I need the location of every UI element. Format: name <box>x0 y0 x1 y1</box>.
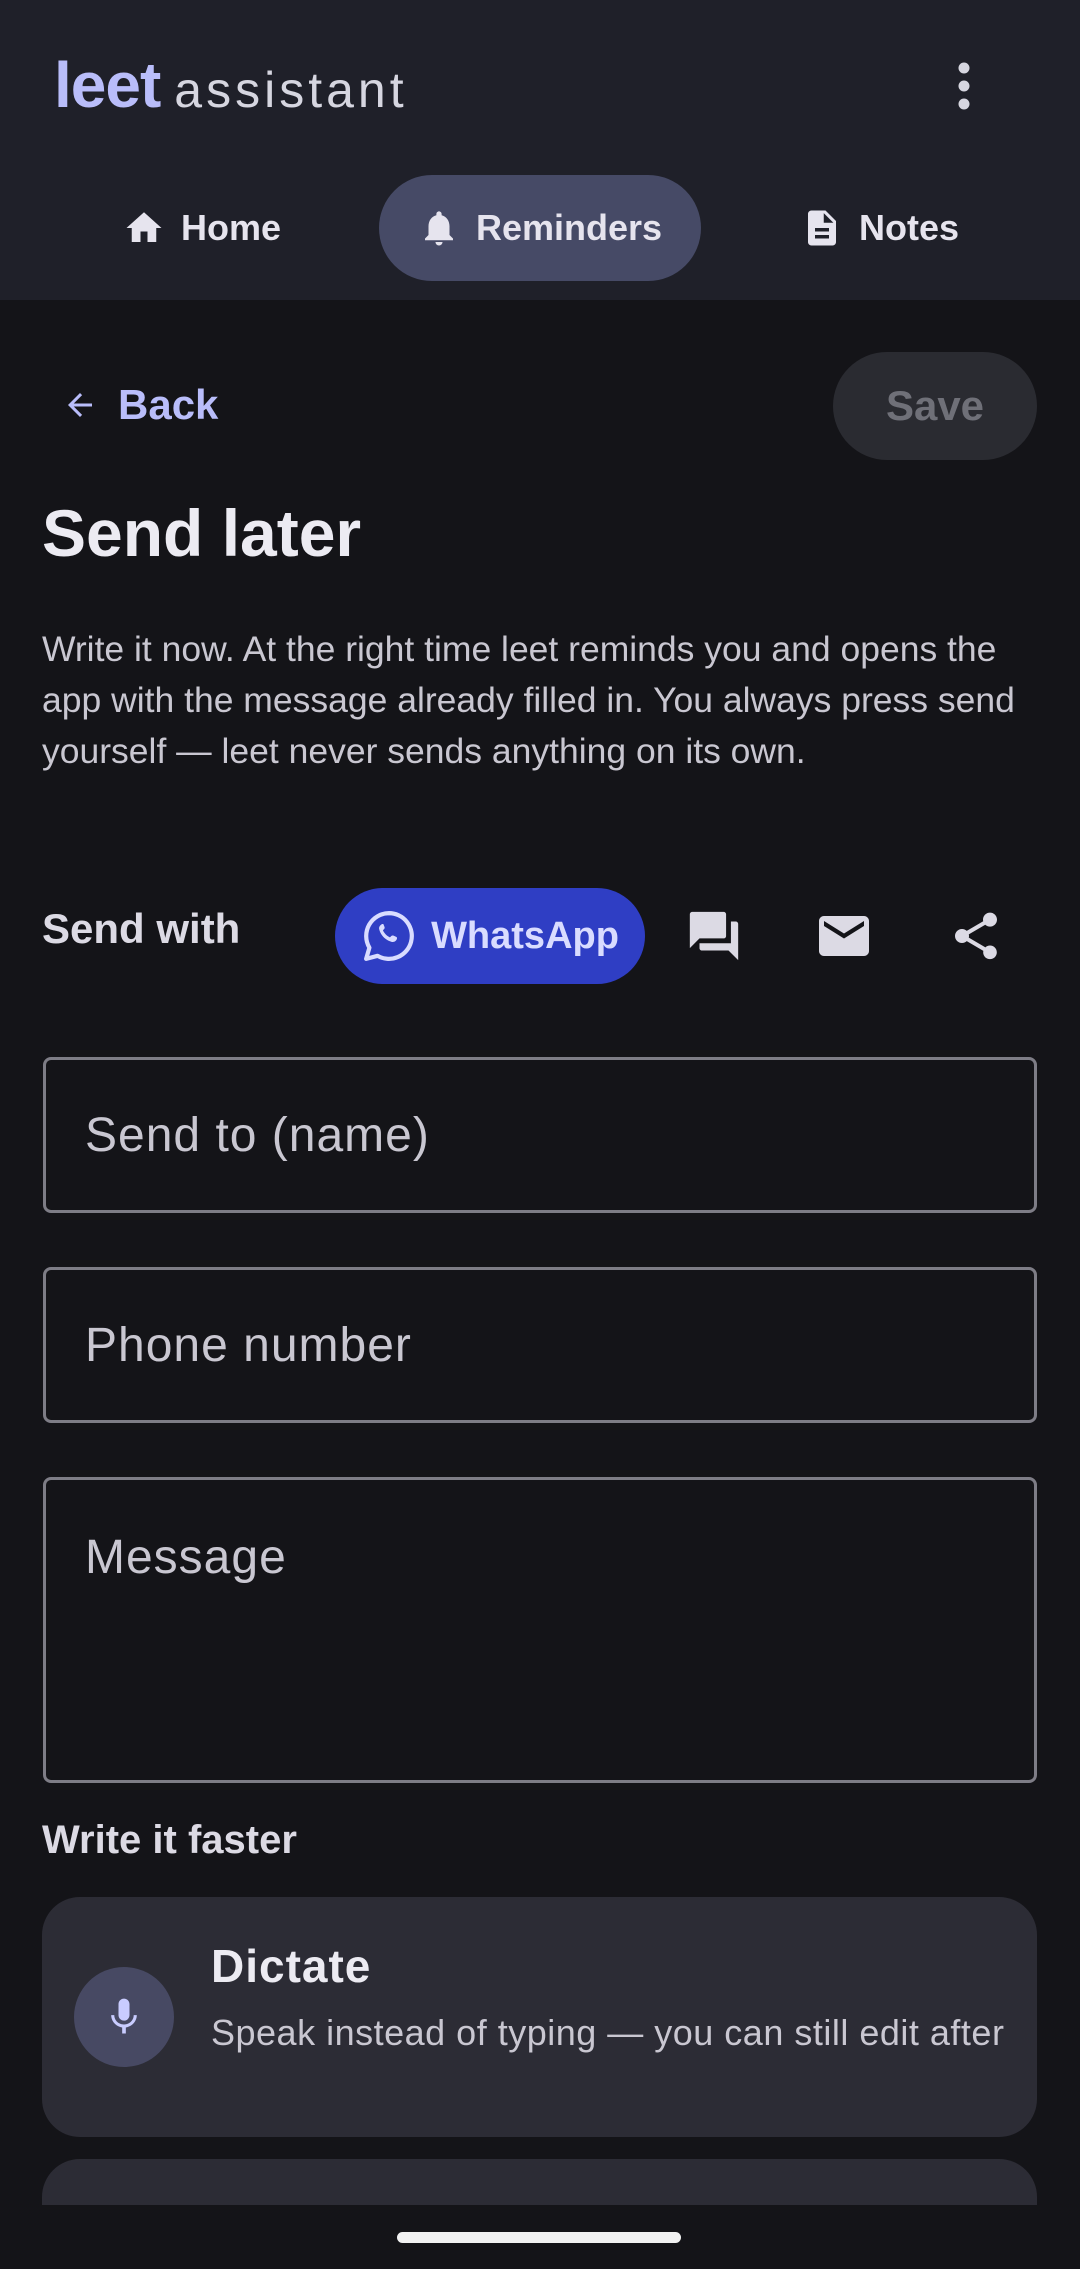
app-screen: leet assistant Home Reminders Notes Back… <box>0 0 1080 2269</box>
phone-number-input[interactable] <box>43 1267 1037 1423</box>
app-header: leet assistant Home Reminders Notes <box>0 0 1080 300</box>
send-option-whatsapp[interactable]: WhatsApp <box>335 888 645 984</box>
send-option-email[interactable] <box>808 900 880 972</box>
dictate-title: Dictate <box>211 1940 372 1992</box>
arrow-back-icon <box>68 393 92 417</box>
brand-logo: leet assistant <box>54 48 408 128</box>
home-icon <box>126 212 162 242</box>
overflow-menu-button[interactable] <box>932 50 996 122</box>
brand-name-light: assistant <box>174 62 408 118</box>
document-icon <box>807 210 836 246</box>
home-indicator[interactable] <box>397 2232 681 2243</box>
send-option-sms[interactable] <box>678 900 750 972</box>
send-to-name-input[interactable] <box>43 1057 1037 1213</box>
tab-bar: Home Reminders Notes <box>0 175 1080 281</box>
back-button-label: Back <box>118 381 219 428</box>
write-faster-label: Write it faster <box>42 1818 297 1862</box>
bell-icon <box>424 211 453 246</box>
tab-notes-label: Notes <box>858 207 960 248</box>
brand-name-bold: leet <box>54 49 161 121</box>
dictate-icon-circle <box>74 1967 174 2067</box>
page-title: Send later <box>42 496 362 570</box>
mail-icon <box>819 916 869 956</box>
tab-notes[interactable]: Notes <box>790 175 970 281</box>
tab-reminders[interactable]: Reminders <box>379 175 701 281</box>
microphone-icon <box>111 1998 137 2034</box>
tab-home-label: Home <box>180 207 282 248</box>
share-icon <box>955 912 997 960</box>
send-option-share[interactable] <box>940 900 1012 972</box>
page-description: Write it now. At the right time leet rem… <box>42 629 1015 771</box>
chat-bubbles-icon <box>689 911 739 961</box>
dictate-card[interactable]: Dictate Speak instead of typing — you ca… <box>42 1897 1037 2137</box>
save-button[interactable]: Save <box>833 352 1037 460</box>
whatsapp-icon <box>364 911 414 961</box>
back-button[interactable]: Back <box>62 370 218 440</box>
message-input[interactable] <box>43 1477 1037 1783</box>
send-option-whatsapp-label: WhatsApp <box>431 914 619 957</box>
send-with-label: Send with <box>42 905 241 952</box>
tab-reminders-label: Reminders <box>475 207 663 248</box>
more-vert-icon <box>958 62 970 110</box>
tab-home[interactable]: Home <box>112 175 292 281</box>
dictate-subtitle: Speak instead of typing — you can still … <box>211 2012 1005 2053</box>
